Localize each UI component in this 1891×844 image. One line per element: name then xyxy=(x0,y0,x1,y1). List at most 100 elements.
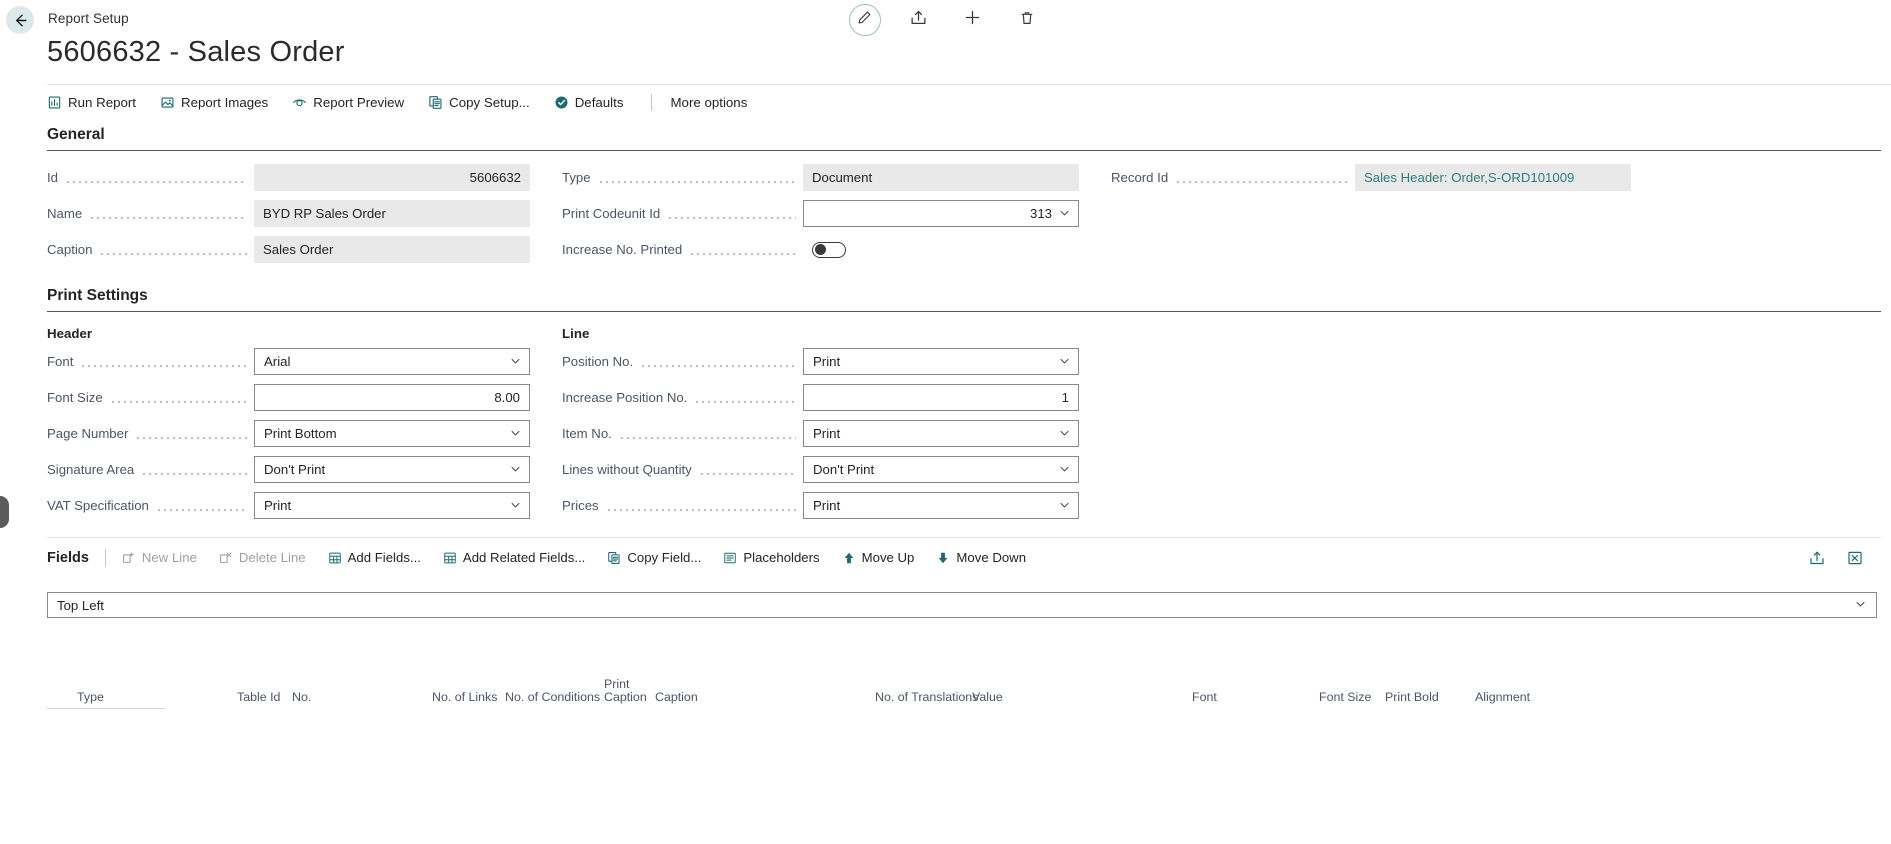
report-images-label: Report Images xyxy=(181,95,269,110)
delete-line-icon xyxy=(219,551,233,565)
field-vat-specification-value: Print xyxy=(264,498,292,513)
more-options-button[interactable]: More options xyxy=(670,95,747,110)
copy-setup-label: Copy Setup... xyxy=(449,95,530,110)
grid-col-alignment[interactable]: Alignment xyxy=(1475,691,1530,704)
field-page-number-select[interactable]: Print Bottom xyxy=(254,420,530,447)
chevron-down-icon[interactable] xyxy=(1059,206,1070,221)
add-fields-action[interactable]: Add Fields... xyxy=(328,550,421,565)
grid-col-no[interactable]: No. xyxy=(292,691,311,704)
general-section-rule xyxy=(47,150,1881,151)
field-type-value: Document xyxy=(803,164,1079,191)
dot-leader xyxy=(689,243,796,256)
grid-col-value[interactable]: Value xyxy=(972,691,1003,704)
field-print-codeunit-id-label: Print Codeunit Id xyxy=(562,206,661,221)
field-position-no-select[interactable]: Print xyxy=(803,348,1079,375)
grid-col-caption[interactable]: Caption xyxy=(655,691,698,704)
dot-leader xyxy=(694,391,796,404)
delete-line-label: Delete Line xyxy=(238,550,306,565)
grid-col-print-bold[interactable]: Print Bold xyxy=(1385,691,1439,704)
chevron-down-icon[interactable] xyxy=(1059,462,1070,477)
field-vat-specification-select[interactable]: Print xyxy=(254,492,530,519)
move-up-action[interactable]: Move Up xyxy=(842,550,914,565)
position-selector[interactable]: Top Left xyxy=(47,592,1877,618)
field-header-font-size-input[interactable]: 8.00 xyxy=(254,384,530,411)
grid-header-rule xyxy=(47,708,165,709)
field-type-label: Type xyxy=(562,170,591,185)
field-position-no-label: Position No. xyxy=(562,354,634,369)
placeholders-action[interactable]: Placeholders xyxy=(723,550,820,565)
field-increase-position-no-label: Increase Position No. xyxy=(562,390,688,405)
delete-button[interactable] xyxy=(1011,4,1043,36)
copy-setup-action[interactable]: Copy Setup... xyxy=(428,92,540,113)
print-settings-line-group: Line Position No. Print Increase Positio… xyxy=(562,326,1079,521)
field-increase-no-printed-label: Increase No. Printed xyxy=(562,242,683,257)
new-line-label: New Line xyxy=(141,550,197,565)
grid-col-type[interactable]: Type xyxy=(77,691,104,704)
defaults-action[interactable]: Defaults xyxy=(554,92,634,113)
field-page-number-label: Page Number xyxy=(47,426,129,441)
increase-no-printed-toggle[interactable] xyxy=(812,241,846,258)
dot-leader xyxy=(640,355,796,368)
grid-col-no-of-links[interactable]: No. of Links xyxy=(432,691,497,704)
field-signature-area: Signature Area Don't Print xyxy=(47,454,530,485)
fields-grid-header: Type Table Id No. No. of Links No. of Co… xyxy=(47,662,1891,708)
dot-leader xyxy=(597,171,796,184)
edit-button[interactable] xyxy=(848,4,881,36)
grid-col-font[interactable]: Font xyxy=(1192,691,1217,704)
field-position-no: Position No. Print xyxy=(562,346,1079,377)
share-grid-icon[interactable] xyxy=(1809,550,1825,566)
add-related-fields-icon xyxy=(443,551,457,565)
move-down-action[interactable]: Move Down xyxy=(936,550,1026,565)
copy-field-action[interactable]: Copy Field... xyxy=(607,550,701,565)
breadcrumb[interactable]: Report Setup xyxy=(48,11,129,26)
field-header-font-select[interactable]: Arial xyxy=(254,348,530,375)
grid-col-no-of-conditions[interactable]: No. of Conditions xyxy=(505,691,600,704)
report-images-action[interactable]: Report Images xyxy=(160,92,278,113)
field-signature-area-select[interactable]: Don't Print xyxy=(254,456,530,483)
page-edge-handle[interactable] xyxy=(0,496,9,528)
dot-leader xyxy=(667,207,796,220)
image-icon xyxy=(160,95,175,110)
dot-leader xyxy=(618,427,796,440)
grid-col-print-caption[interactable]: Print Caption xyxy=(604,678,647,704)
open-in-excel-icon[interactable] xyxy=(1847,550,1863,566)
field-page-number-value: Print Bottom xyxy=(264,426,337,441)
chevron-down-icon[interactable] xyxy=(1059,354,1070,369)
chevron-down-icon[interactable] xyxy=(1855,598,1866,613)
run-report-action[interactable]: Run Report xyxy=(47,92,146,113)
chevron-down-icon[interactable] xyxy=(510,354,521,369)
delete-line-action[interactable]: Delete Line xyxy=(219,550,306,565)
field-increase-position-no-input[interactable]: 1 xyxy=(803,384,1079,411)
chevron-down-icon[interactable] xyxy=(510,498,521,513)
grid-col-font-size[interactable]: Font Size xyxy=(1319,691,1371,704)
new-line-action[interactable]: New Line xyxy=(122,550,197,565)
defaults-label: Defaults xyxy=(574,95,624,110)
field-record-id-value[interactable]: Sales Header: Order,S-ORD101009 xyxy=(1355,164,1631,191)
share-button[interactable] xyxy=(903,4,935,36)
add-fields-icon xyxy=(328,551,342,565)
field-header-font-size-label: Font Size xyxy=(47,390,103,405)
report-preview-action[interactable]: Report Preview xyxy=(292,92,414,113)
chevron-down-icon[interactable] xyxy=(1059,426,1070,441)
chevron-down-icon[interactable] xyxy=(510,462,521,477)
field-prices-value: Print xyxy=(813,498,841,513)
field-print-codeunit-id-input[interactable]: 313 xyxy=(803,200,1079,227)
check-circle-icon xyxy=(554,95,569,110)
field-prices-select[interactable]: Print xyxy=(803,492,1079,519)
field-item-no-select[interactable]: Print xyxy=(803,420,1079,447)
new-button[interactable] xyxy=(957,4,989,36)
field-prices: Prices Print xyxy=(562,490,1079,521)
grid-col-no-of-translations[interactable]: No. of Translations xyxy=(875,691,978,704)
header-group-title: Header xyxy=(47,326,93,341)
general-section-title: General xyxy=(47,126,105,143)
run-report-icon xyxy=(47,95,62,110)
chevron-down-icon[interactable] xyxy=(1059,498,1070,513)
field-lines-without-quantity-select[interactable]: Don't Print xyxy=(803,456,1079,483)
back-button[interactable] xyxy=(6,6,34,34)
chevron-down-icon[interactable] xyxy=(510,426,521,441)
grid-col-table-id[interactable]: Table Id xyxy=(237,691,280,704)
toolbar-divider xyxy=(104,548,106,567)
move-down-label: Move Down xyxy=(956,550,1027,565)
copy-icon xyxy=(428,95,443,110)
add-related-fields-action[interactable]: Add Related Fields... xyxy=(443,550,585,565)
